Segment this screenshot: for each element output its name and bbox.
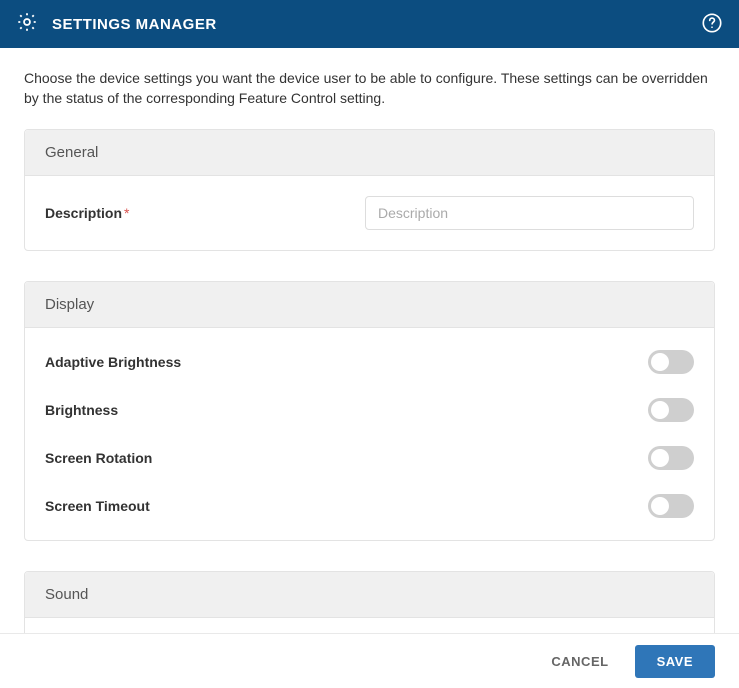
section-header: Sound [25,572,714,618]
description-input[interactable] [365,196,694,230]
toggle-row-adaptive-brightness: Adaptive Brightness [45,338,694,386]
toggle-screen-rotation[interactable] [648,446,694,470]
section-header: General [25,130,714,176]
dialog-title: SETTINGS MANAGER [52,16,217,33]
cancel-button[interactable]: CANCEL [543,646,616,677]
toggle-label: Screen Rotation [45,450,152,466]
toggle-label: Adaptive Brightness [45,354,181,370]
gear-icon [16,11,38,38]
toggle-brightness[interactable] [648,398,694,422]
intro-text: Choose the device settings you want the … [0,48,739,129]
description-row: Description* [45,186,694,240]
section-display: Display Adaptive Brightness Brightness S… [24,281,715,541]
description-label: Description* [45,205,365,221]
toggle-screen-timeout[interactable] [648,494,694,518]
section-sound: Sound Ringtone Volume [24,571,715,633]
section-header: Display [25,282,714,328]
toggle-row-screen-rotation: Screen Rotation [45,434,694,482]
toggle-label: Screen Timeout [45,498,150,514]
description-label-text: Description [45,205,122,221]
save-button[interactable]: SAVE [635,645,715,678]
dialog-footer: CANCEL SAVE [0,633,739,688]
help-icon[interactable] [701,12,723,39]
dialog-body: Choose the device settings you want the … [0,48,739,633]
dialog-header: SETTINGS MANAGER [0,0,739,48]
section-general: General Description* [24,129,715,251]
required-asterisk: * [124,205,129,221]
toggle-adaptive-brightness[interactable] [648,350,694,374]
toggle-row-screen-timeout: Screen Timeout [45,482,694,530]
toggle-row-brightness: Brightness [45,386,694,434]
toggle-label: Brightness [45,402,118,418]
